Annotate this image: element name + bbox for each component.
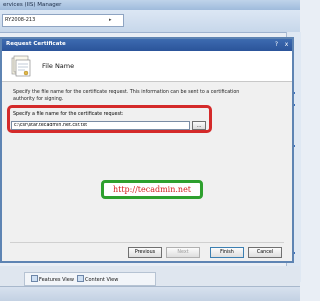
certificate-wizard-icon: [11, 55, 31, 77]
features-view-icon: [31, 275, 38, 282]
finish-button[interactable]: Finish: [210, 247, 244, 258]
background-window-titlebar: ervices (IIS) Manager: [0, 0, 300, 10]
wizard-header: File Name: [2, 51, 292, 82]
background-window-title: ervices (IIS) Manager: [3, 2, 62, 8]
wizard-page-heading: File Name: [42, 62, 75, 70]
tab-content-view-label: Content View: [85, 277, 119, 283]
address-text: RY2008-213: [5, 17, 36, 23]
address-arrow-icon[interactable]: ▸: [109, 17, 112, 23]
request-certificate-dialog: Request Certificate ? x File Name Specif…: [0, 37, 294, 263]
tab-content-view[interactable]: Content View: [77, 275, 118, 283]
previous-button[interactable]: Previous: [128, 247, 162, 258]
watermark-url: http://tecadmin.net: [112, 185, 192, 194]
instructions-text: Specify the file name for the certificat…: [13, 90, 240, 102]
button-separator: [10, 242, 284, 243]
content-view-icon: [77, 275, 84, 282]
file-name-label: Specify a file name for the certificate …: [13, 112, 124, 117]
address-box[interactable]: RY2008-213 ▸: [2, 14, 124, 27]
cancel-button[interactable]: Cancel: [248, 247, 282, 258]
watermark-box: http://tecadmin.net: [101, 180, 203, 199]
tab-features-view-label: Features View: [39, 277, 74, 283]
browse-button[interactable]: ...: [192, 121, 206, 130]
close-icon[interactable]: x: [282, 40, 291, 49]
next-button[interactable]: Next: [166, 247, 200, 258]
dialog-titlebar[interactable]: Request Certificate ? x: [2, 39, 292, 51]
file-name-input[interactable]: [11, 121, 190, 130]
view-tabstrip: Features View Content View: [24, 272, 156, 286]
background-address-bar: RY2008-213 ▸: [0, 10, 300, 33]
help-icon[interactable]: ?: [272, 40, 281, 49]
tab-features-view[interactable]: Features View: [31, 275, 74, 283]
dialog-title: Request Certificate: [6, 41, 66, 47]
status-bar: [0, 286, 300, 301]
